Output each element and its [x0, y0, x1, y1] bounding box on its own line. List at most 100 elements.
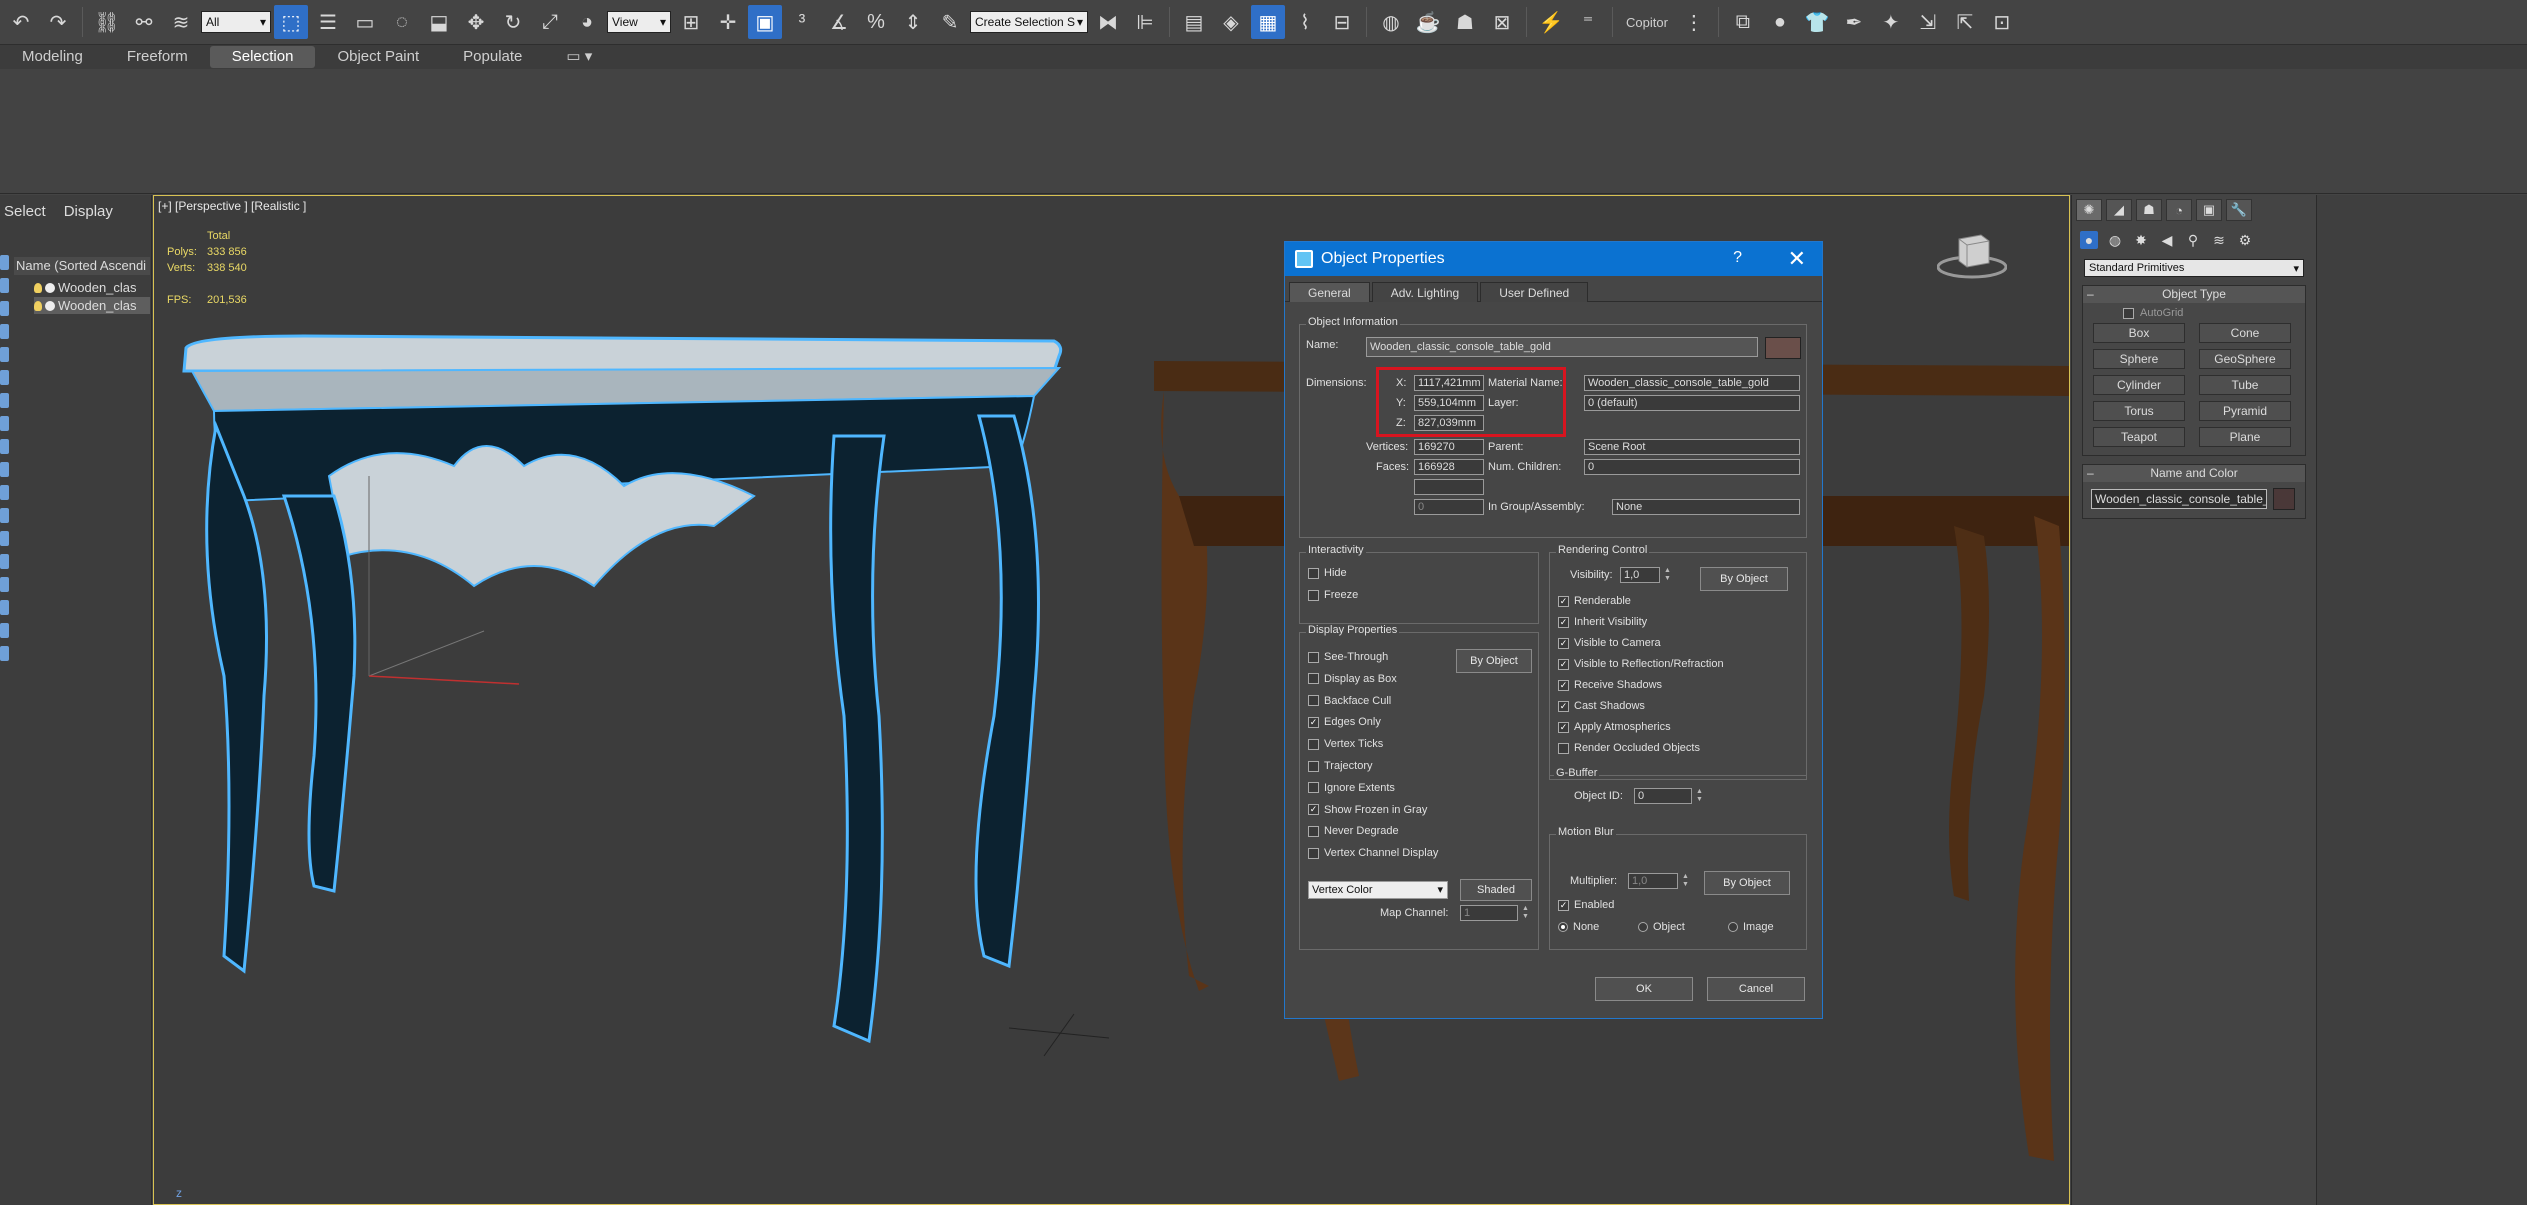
object-name-field[interactable]: Wooden_classic_console_table_gold	[1366, 337, 1758, 357]
scene-explorer-column-header[interactable]: Name (Sorted Ascendi	[14, 257, 150, 275]
space-warps-icon[interactable]: ≋	[2210, 231, 2228, 249]
geometry-icon[interactable]: ●	[2080, 231, 2098, 249]
pyramid-button[interactable]: Pyramid	[2199, 401, 2291, 421]
rectangular-selection-icon[interactable]: ▭	[348, 5, 382, 39]
magic-tool-icon[interactable]: ✦	[1874, 5, 1908, 39]
torus-button[interactable]: Torus	[2093, 401, 2185, 421]
plugin-tool-icon[interactable]: ⚡	[1534, 5, 1568, 39]
light-bulb-icon[interactable]	[34, 282, 42, 293]
cone-button[interactable]: Cone	[2199, 323, 2291, 343]
visible-to-reflection-refraction-checkbox[interactable]: ✓ Visible to Reflection/Refraction	[1558, 658, 1724, 670]
visible-to-camera-checkbox[interactable]: ✓ Visible to Camera	[1558, 637, 1661, 649]
renderable-checkbox[interactable]: ✓ Renderable	[1558, 595, 1631, 607]
fit-tool-icon[interactable]: ⊡	[1985, 5, 2019, 39]
ignore-extents-checkbox[interactable]: Ignore Extents	[1308, 782, 1395, 794]
freeze-checkbox[interactable]: Freeze	[1308, 589, 1358, 601]
render-production-icon[interactable]: ⊠	[1485, 5, 1519, 39]
move-icon[interactable]: ✥	[459, 5, 493, 39]
vertices-field[interactable]: 169270	[1414, 439, 1484, 455]
group-assembly-field[interactable]: None	[1612, 499, 1800, 515]
receive-shadows-checkbox[interactable]: ✓ Receive Shadows	[1558, 679, 1662, 691]
num-children-field[interactable]: 0	[1584, 459, 1800, 475]
filter-icon[interactable]	[0, 485, 9, 500]
selection-filter-select[interactable]: All ▾	[201, 11, 271, 33]
primitive-category-select[interactable]: Standard Primitives ▾	[2084, 259, 2304, 277]
autogrid-checkbox[interactable]: AutoGrid	[2083, 303, 2305, 323]
create-tab-icon[interactable]: ✺	[2076, 199, 2102, 221]
filter-icon[interactable]	[0, 646, 9, 661]
snaps-toggle-icon[interactable]: ³	[785, 5, 819, 39]
light-bulb-icon[interactable]	[34, 300, 42, 311]
keyboard-shortcut-icon[interactable]: ▣	[748, 5, 782, 39]
hierarchy-tab-icon[interactable]: ☗	[2136, 199, 2162, 221]
named-selection-set-select[interactable]: Create Selection S ▾	[970, 11, 1088, 33]
filter-icon[interactable]	[0, 370, 9, 385]
backface-cull-checkbox[interactable]: Backface Cull	[1308, 695, 1391, 707]
vertex-color-select[interactable]: Vertex Color ▾	[1308, 881, 1448, 899]
filter-icon[interactable]	[0, 393, 9, 408]
list-item[interactable]: Wooden_clas	[34, 279, 150, 296]
place-icon[interactable]: ◕	[570, 5, 604, 39]
edges-only-checkbox[interactable]: ✓ Edges Only	[1308, 716, 1381, 728]
filter-icon[interactable]	[0, 623, 9, 638]
vertex-channel-display-checkbox[interactable]: Vertex Channel Display	[1308, 847, 1438, 859]
scene-explorer-display-menu[interactable]: Display	[64, 203, 113, 220]
spinner-icon[interactable]: ▲ ▼	[1682, 873, 1690, 889]
tab-general[interactable]: General	[1289, 282, 1370, 302]
tab-freeform[interactable]: Freeform	[105, 46, 210, 68]
spray-tool-icon[interactable]: ✒	[1837, 5, 1871, 39]
object-type-rollout-header[interactable]: – Object Type	[2083, 286, 2305, 303]
render-setup-icon[interactable]: ☕	[1411, 5, 1445, 39]
cylinder-button[interactable]: Cylinder	[2093, 375, 2185, 395]
angle-snap-icon[interactable]: ∡	[822, 5, 856, 39]
utilities-tab-icon[interactable]: 🔧	[2226, 199, 2252, 221]
ok-button[interactable]: OK	[1595, 977, 1693, 1001]
geosphere-button[interactable]: GeoSphere	[2199, 349, 2291, 369]
dialog-titlebar[interactable]: Object Properties ? ✕	[1285, 242, 1822, 276]
filter-icon[interactable]	[0, 508, 9, 523]
help-button[interactable]: ?	[1733, 249, 1742, 267]
align-tool-icon[interactable]: ⁼	[1571, 5, 1605, 39]
inherit-visibility-checkbox[interactable]: ✓ Inherit Visibility	[1558, 616, 1647, 628]
visibility-field[interactable]: 1,0	[1620, 567, 1660, 583]
see-through-checkbox[interactable]: See-Through	[1308, 651, 1388, 663]
unlink-icon[interactable]: ⚯	[127, 5, 161, 39]
extra-info-field[interactable]	[1414, 479, 1484, 495]
motion-blur-none-radio[interactable]: None	[1558, 921, 1599, 933]
tab-populate[interactable]: Populate	[441, 46, 544, 68]
object-id-field[interactable]: 0	[1634, 788, 1692, 804]
spinner-icon[interactable]: ▲ ▼	[1696, 788, 1704, 804]
teapot-button[interactable]: Teapot	[2093, 427, 2185, 447]
helpers-icon[interactable]: ⚲	[2184, 231, 2202, 249]
schematic-view-icon[interactable]: ⊟	[1325, 5, 1359, 39]
tab-adv-lighting[interactable]: Adv. Lighting	[1371, 282, 1479, 302]
shaded-button[interactable]: Shaded	[1460, 879, 1532, 901]
cast-shadows-checkbox[interactable]: ✓ Cast Shadows	[1558, 700, 1645, 712]
close-icon[interactable]: ✕	[1788, 246, 1806, 272]
edit-named-selection-icon[interactable]: ✎	[933, 5, 967, 39]
redo-icon[interactable]: ↷	[41, 5, 75, 39]
filter-icon[interactable]	[0, 347, 9, 362]
cloth-tool-icon[interactable]: 👕	[1800, 5, 1834, 39]
motion-blur-enabled-checkbox[interactable]: ✓ Enabled	[1558, 899, 1614, 911]
motion-blur-by-object-button[interactable]: By Object	[1704, 871, 1790, 895]
spinner-snap-icon[interactable]: ⇕	[896, 5, 930, 39]
faces-field[interactable]: 166928	[1414, 459, 1484, 475]
box-button[interactable]: Box	[2093, 323, 2185, 343]
scale-icon[interactable]: ⤢	[533, 5, 567, 39]
ribbon-options-icon[interactable]: ▭ ▾	[544, 46, 614, 68]
link-icon[interactable]: ⛓	[90, 5, 124, 39]
filter-icon[interactable]	[0, 278, 9, 293]
manipulate-icon[interactable]: ✛	[711, 5, 745, 39]
show-frozen-in-gray-checkbox[interactable]: ✓ Show Frozen in Gray	[1308, 804, 1427, 816]
list-item[interactable]: Wooden_clas	[34, 297, 150, 314]
vertex-ticks-checkbox[interactable]: Vertex Ticks	[1308, 738, 1383, 750]
filter-icon[interactable]	[0, 600, 9, 615]
toggle-scene-explorer-icon[interactable]: ▤	[1177, 5, 1211, 39]
align-icon[interactable]: ⊫	[1128, 5, 1162, 39]
tab-modeling[interactable]: Modeling	[0, 46, 105, 68]
render-occluded-objects-checkbox[interactable]: Render Occluded Objects	[1558, 742, 1700, 754]
object-color-swatch[interactable]	[2273, 488, 2295, 510]
filter-icon[interactable]	[0, 255, 9, 270]
filter-icon[interactable]	[0, 324, 9, 339]
